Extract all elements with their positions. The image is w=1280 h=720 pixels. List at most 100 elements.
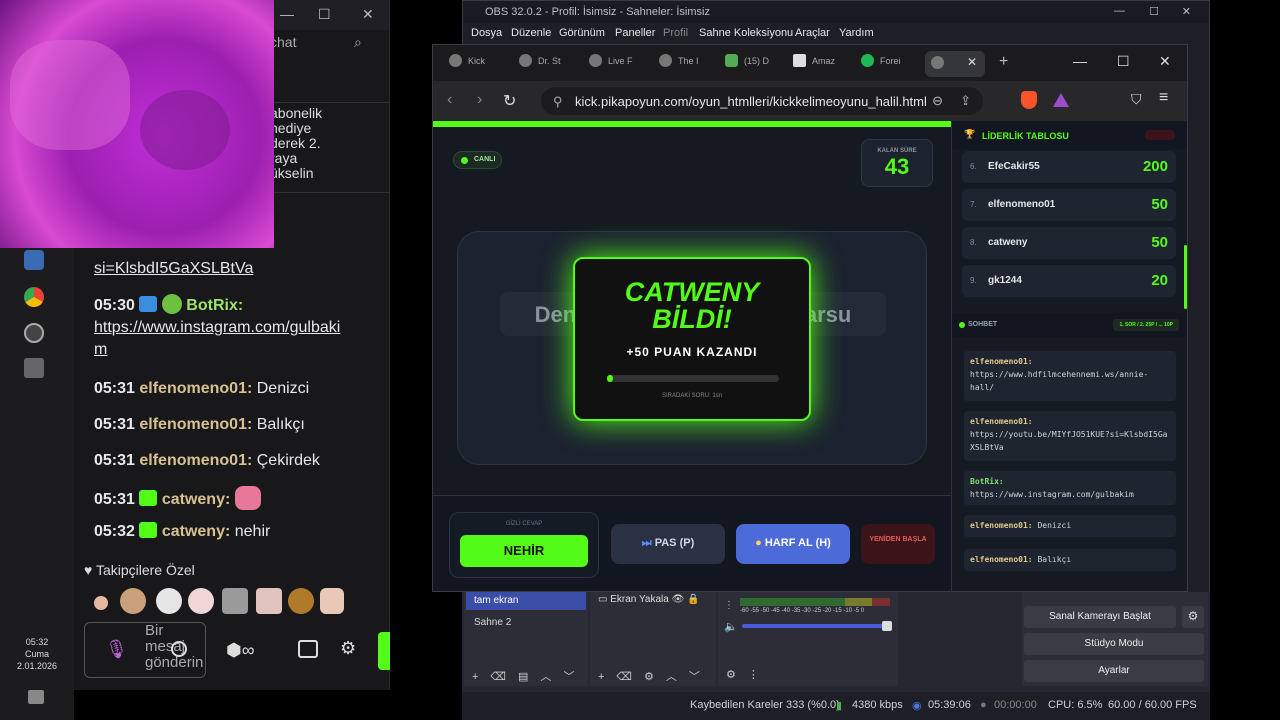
subscription-notice: abonelik hediye derek 2. raya ükselin: [270, 105, 323, 181]
volume-slider[interactable]: [742, 624, 888, 628]
chrome-icon[interactable]: [24, 287, 44, 307]
settings-gear-icon[interactable]: ⚙: [1182, 606, 1204, 628]
browser-tab[interactable]: Amaz: [793, 54, 835, 74]
share-icon[interactable]: ⇪: [960, 93, 971, 109]
store-icon[interactable]: [298, 640, 318, 658]
taskbar-clock[interactable]: 05:32 Cuma 2.01.2026: [12, 636, 62, 672]
browser-tab[interactable]: Dr. St: [519, 54, 561, 74]
emote-icon[interactable]: [156, 588, 182, 614]
browser-tab[interactable]: (15) D: [725, 54, 769, 74]
minimize-icon[interactable]: —: [1073, 53, 1087, 69]
chat-username[interactable]: catweny:: [162, 523, 230, 540]
menu-yardim[interactable]: Yardım: [839, 27, 874, 39]
settings-gear-icon[interactable]: ⚙: [340, 638, 356, 659]
chat-username[interactable]: BotRix:: [186, 297, 243, 314]
scene-item[interactable]: Sahne 2: [466, 614, 586, 632]
dropped-frames: Kaybedilen Kareler 333 (%0.0): [690, 699, 840, 711]
scene-toolbar[interactable]: +⌫▤︿﹀: [472, 668, 586, 684]
chat-username[interactable]: elfenomeno01:: [139, 380, 252, 397]
app-icon[interactable]: [24, 358, 44, 378]
menu-icon[interactable]: ≡: [1159, 89, 1168, 107]
winner-headline: BİLDİ!: [652, 304, 732, 334]
maximize-icon[interactable]: ☐: [318, 6, 331, 23]
brave-rewards-icon[interactable]: [1053, 93, 1069, 107]
url-field[interactable]: ⚲ kick.pikapoyun.com/oyun_htmlleri/kickk…: [541, 87, 983, 115]
close-icon[interactable]: ✕: [1159, 53, 1171, 70]
hidden-answer[interactable]: NEHİR: [460, 535, 588, 567]
microphone-icon[interactable]: 🎙: [105, 639, 128, 660]
menu-paneller[interactable]: Paneller: [615, 27, 655, 39]
virtual-camera-button[interactable]: Sanal Kamerayı Başlat: [1024, 606, 1176, 628]
chat-username[interactable]: elfenomeno01:: [139, 452, 252, 469]
browser-tab[interactable]: The I: [659, 54, 699, 74]
back-icon[interactable]: ‹: [447, 91, 452, 109]
emote-row: [94, 588, 344, 616]
record-icon: ●: [980, 699, 987, 711]
source-item[interactable]: ▭ Ekran Yakala 👁 🔒: [598, 594, 700, 605]
lock-icon[interactable]: 🔒: [687, 594, 699, 605]
browser-tab[interactable]: Forei: [861, 54, 901, 74]
menu-sahne-koleksiyonu[interactable]: Sahne Koleksiyonu: [699, 27, 793, 39]
settings-button[interactable]: Ayarlar: [1024, 660, 1204, 682]
restart-button[interactable]: YENİDEN BAŞLA: [861, 524, 935, 564]
brave-shield-icon[interactable]: [1021, 91, 1037, 109]
source-toolbar[interactable]: +⌫⚙︿﹀: [598, 668, 712, 684]
emote-icon[interactable]: [222, 588, 248, 614]
reload-icon[interactable]: ↻: [503, 91, 516, 111]
speaker-icon[interactable]: 🔈: [724, 620, 738, 633]
chat-message-input[interactable]: 🎙 Bir mesaj gönderin: [84, 622, 206, 678]
live-badge: CANLI: [453, 151, 503, 169]
menu-dosya[interactable]: Dosya: [471, 27, 502, 39]
mixer-toolbar[interactable]: ⚙⋮: [726, 668, 771, 681]
chat-link[interactable]: https://www.instagram.com/gulbaki: [94, 319, 340, 336]
app-icon[interactable]: [24, 250, 44, 270]
tab-close-icon[interactable]: ✕: [967, 55, 977, 69]
obs-icon[interactable]: [24, 323, 44, 343]
get-letter-button[interactable]: ● HARF AL (H): [736, 524, 850, 564]
minimize-icon[interactable]: —: [280, 6, 294, 22]
scrollbar-thumb[interactable]: [1184, 245, 1187, 309]
forward-icon[interactable]: ›: [477, 91, 482, 109]
emote-icon[interactable]: [288, 588, 314, 614]
emote-icon[interactable]: [320, 588, 344, 614]
minimize-icon[interactable]: —: [1114, 5, 1125, 17]
audio-meter: [740, 598, 890, 606]
browser-tab[interactable]: Kick: [449, 54, 485, 74]
visibility-icon[interactable]: 👁: [672, 594, 685, 605]
chat-message: 05:31 elfenomeno01: Balıkçı: [94, 416, 305, 433]
notification-icon[interactable]: [28, 690, 44, 704]
emote-icon[interactable]: [94, 596, 108, 610]
close-icon[interactable]: ✕: [362, 6, 374, 23]
search-icon[interactable]: ⌕: [354, 34, 362, 51]
emote-icon[interactable]: [120, 588, 146, 614]
active-browser-tab[interactable]: ✕: [925, 51, 985, 77]
chat-link[interactable]: si=KlsbdI5GaXSLBtVa: [94, 260, 253, 277]
chat-username[interactable]: elfenomeno01:: [139, 416, 252, 433]
close-icon[interactable]: ✕: [1182, 5, 1191, 18]
menu-profil[interactable]: Profil: [663, 27, 688, 39]
emote-icon[interactable]: [256, 588, 282, 614]
new-tab-icon[interactable]: +: [999, 53, 1008, 71]
menu-duzenle[interactable]: Düzenle: [511, 27, 551, 39]
reset-leaderboard-button[interactable]: [1145, 130, 1175, 140]
volume-slider-handle[interactable]: [882, 621, 892, 631]
next-question-progress: [607, 375, 779, 382]
tab-strip: Kick Dr. St Live F The I (15) D Amaz For…: [433, 45, 1187, 81]
send-button[interactable]: [378, 632, 390, 670]
menu-gorunum[interactable]: Görünüm: [559, 27, 605, 39]
scene-item[interactable]: tam ekran: [466, 592, 586, 610]
maximize-icon[interactable]: ☐: [1117, 53, 1130, 70]
zoom-icon[interactable]: ⊖: [932, 93, 943, 109]
browser-tab[interactable]: Live F: [589, 54, 633, 74]
mixer-menu-icon[interactable]: ⋮: [724, 600, 734, 611]
site-settings-icon[interactable]: ⚲: [553, 94, 563, 110]
chat-username[interactable]: catweny:: [162, 491, 230, 508]
maximize-icon[interactable]: ☐: [1149, 5, 1159, 18]
menu-araclar[interactable]: Araçlar: [795, 27, 830, 39]
emoji-icon[interactable]: [171, 641, 187, 657]
studio-mode-button[interactable]: Stüdyo Modu: [1024, 633, 1204, 655]
vpn-shield-icon[interactable]: ⛉: [1131, 91, 1142, 108]
pass-button[interactable]: ⏭ PAS (P): [611, 524, 725, 564]
emote-icon[interactable]: [188, 588, 214, 614]
kick-apps-icon[interactable]: ⬢∞: [226, 640, 255, 661]
